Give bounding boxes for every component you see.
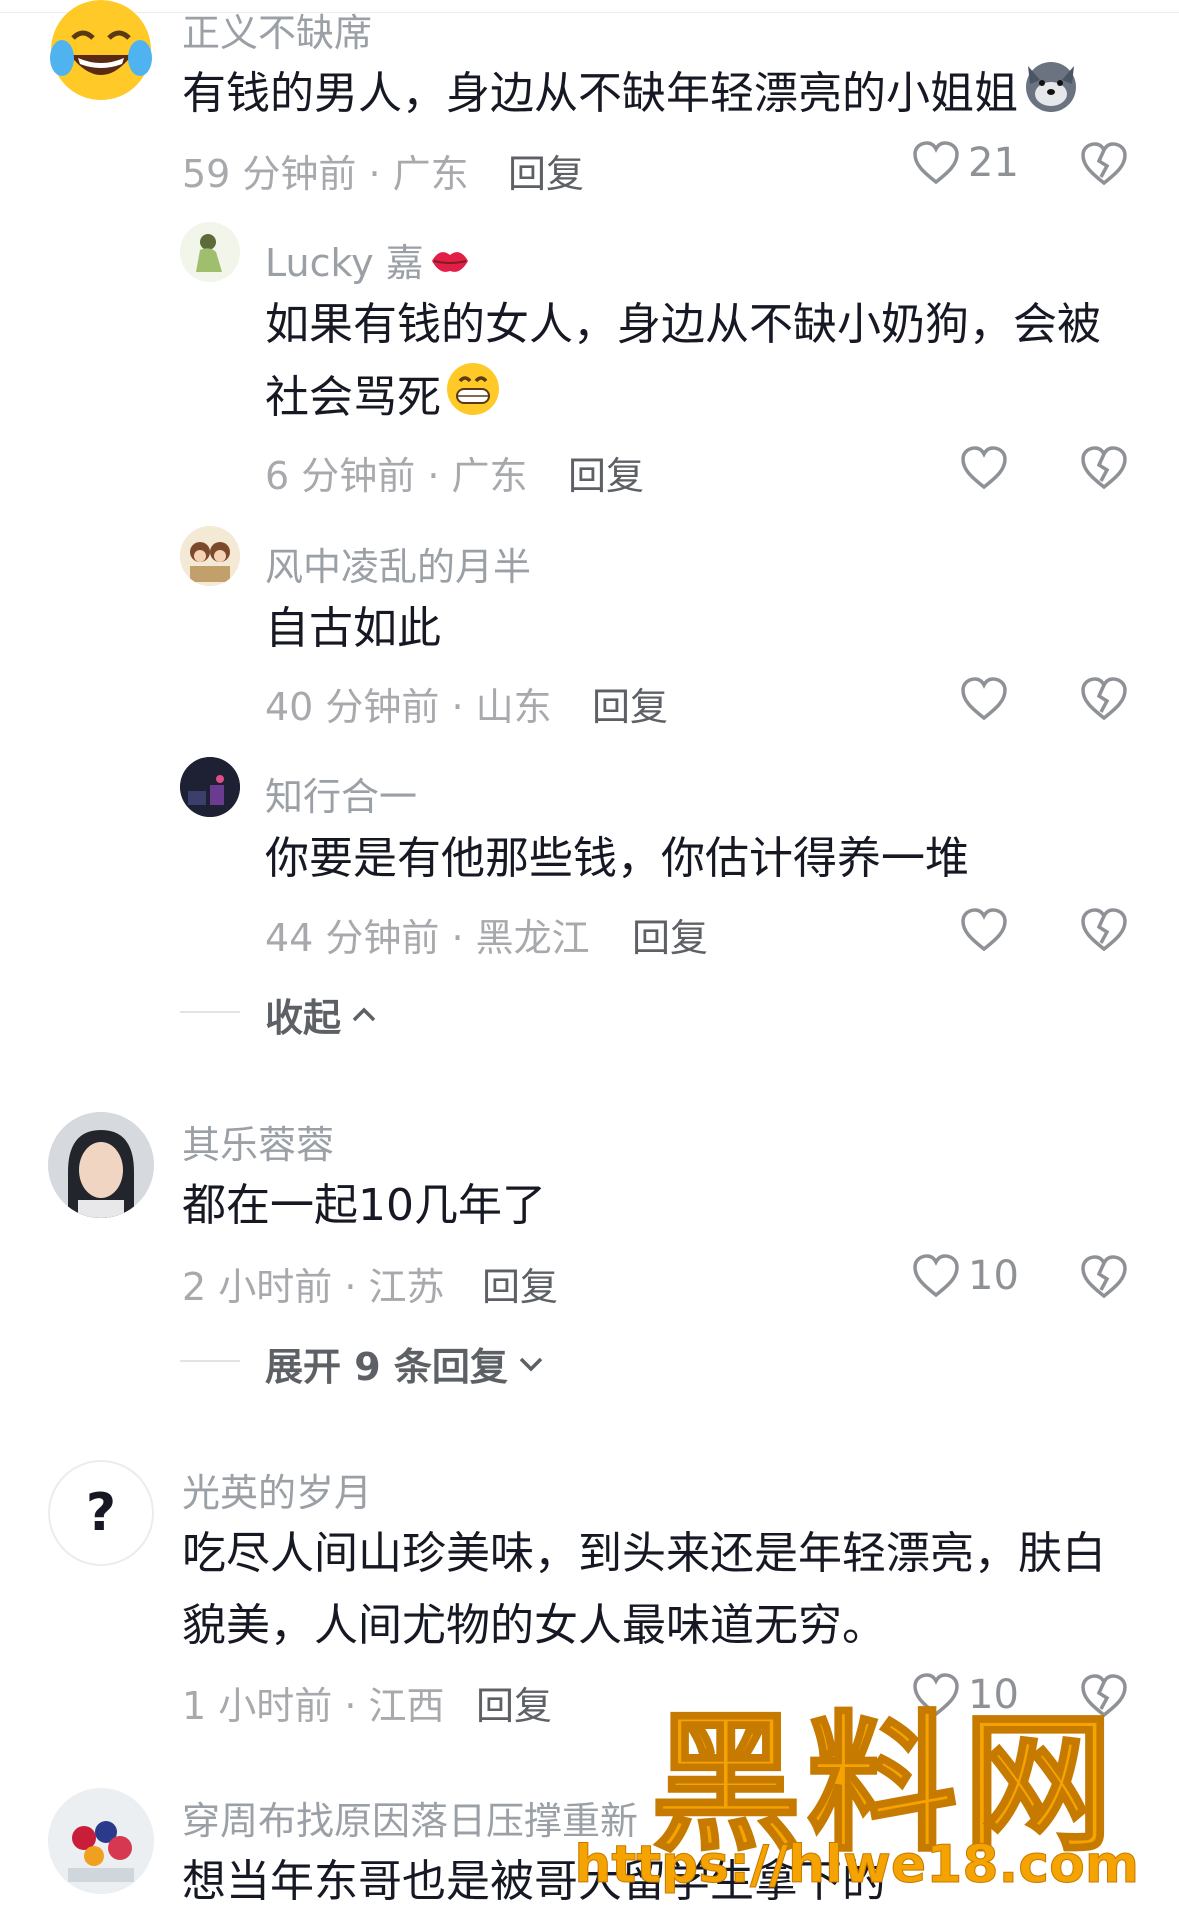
comment-time-location: 6 分钟前 · 广东	[265, 454, 528, 498]
like-count: 10	[968, 1253, 1019, 1299]
broken-heart-icon	[1081, 142, 1127, 186]
tears-of-joy-emoji-icon	[50, 0, 152, 100]
comment-author[interactable]: 光英的岁月	[182, 1462, 372, 1517]
expand-replies-button[interactable]: 展开 9 条回复	[265, 1336, 544, 1391]
heart-icon	[913, 141, 959, 185]
comment-author[interactable]: Lucky 嘉	[265, 232, 472, 288]
reply-button[interactable]: 回复	[632, 907, 708, 962]
dislike-button[interactable]	[1080, 907, 1128, 957]
like-button[interactable]: 21	[912, 140, 1019, 186]
dislike-button[interactable]	[1080, 1254, 1128, 1304]
comment-text-content: 社会骂死	[265, 372, 441, 423]
comment-author[interactable]: 其乐蓉蓉	[182, 1114, 334, 1169]
comment-text: 自古如此	[265, 603, 441, 654]
avatar-illustration-icon	[180, 222, 240, 282]
comment-text: 有钱的男人，身边从不缺年轻漂亮的小姐姐	[182, 56, 1080, 136]
thread-line	[180, 1360, 240, 1362]
avatar[interactable]	[48, 1112, 154, 1218]
avatar-photo-icon	[180, 757, 240, 817]
broken-heart-icon	[1081, 677, 1127, 721]
avatar-photo-icon	[48, 1112, 154, 1218]
dislike-button[interactable]	[1080, 141, 1128, 191]
comment-text: 你要是有他那些钱，你估计得养一堆	[265, 833, 969, 884]
expand-label: 展开 9 条回复	[265, 1345, 508, 1389]
like-button[interactable]	[960, 676, 1008, 726]
grinning-face-icon	[445, 361, 501, 439]
reply-button[interactable]: 回复	[482, 1256, 558, 1311]
svg-text:?: ?	[86, 1483, 116, 1543]
avatar[interactable]	[180, 526, 240, 586]
chevron-up-icon	[352, 1007, 376, 1021]
heart-icon	[913, 1254, 959, 1298]
like-button[interactable]	[960, 445, 1008, 495]
comment-author[interactable]: 知行合一	[265, 766, 417, 821]
avatar[interactable]	[180, 222, 240, 282]
avatar-illustration-icon	[180, 526, 240, 586]
heart-icon	[961, 446, 1007, 490]
dislike-button[interactable]	[1080, 445, 1128, 495]
dislike-button[interactable]	[1080, 676, 1128, 726]
heart-icon	[961, 908, 1007, 952]
like-button[interactable]	[960, 907, 1008, 957]
avatar[interactable]	[180, 757, 240, 817]
watermark-url: https://hlwe18.com	[574, 1835, 1140, 1896]
comment-text: 都在一起10几年了	[182, 1180, 546, 1231]
like-button[interactable]: 10	[912, 1253, 1019, 1299]
broken-heart-icon	[1081, 446, 1127, 490]
broken-heart-icon	[1081, 1255, 1127, 1299]
heart-icon	[961, 677, 1007, 721]
avatar[interactable]	[48, 0, 154, 106]
watermark: 黑料网 https://hlwe18.com	[574, 1704, 1159, 1905]
comment-text: 如果有钱的女人，身边从不缺小奶狗，会被	[265, 299, 1101, 350]
chevron-down-icon	[519, 1357, 543, 1371]
comment-time-location: 1 小时前 · 江西	[182, 1684, 445, 1728]
collapse-replies-button[interactable]: 收起	[265, 987, 377, 1042]
comment-time-location: 44 分钟前 · 黑龙江	[265, 916, 590, 960]
author-name: Lucky 嘉	[265, 241, 424, 285]
comment-author[interactable]: 正义不缺席	[182, 2, 372, 57]
reply-button[interactable]: 回复	[568, 445, 644, 500]
comment-time-location: 40 分钟前 · 山东	[265, 685, 552, 729]
collapse-label: 收起	[265, 996, 342, 1040]
comment-time-location: 2 小时前 · 江苏	[182, 1265, 445, 1309]
comment-text: 社会骂死	[265, 361, 501, 439]
thread-line	[180, 1011, 240, 1013]
top-divider	[0, 0, 1179, 13]
kiss-lips-icon	[428, 243, 472, 288]
comment-text: 貌美，人间尤物的女人最味道无穷。	[182, 1600, 886, 1651]
comment-time-location: 59 分钟前 · 广东	[182, 152, 469, 196]
reply-button[interactable]: 回复	[592, 676, 668, 731]
like-count: 21	[968, 140, 1019, 186]
broken-heart-icon	[1081, 908, 1127, 952]
avatar-photo-icon	[48, 1788, 154, 1894]
avatar[interactable]	[48, 1788, 154, 1894]
question-mark-icon: ?	[86, 1483, 116, 1543]
comment-author[interactable]: 风中凌乱的月半	[265, 536, 531, 591]
avatar[interactable]: ?	[48, 1460, 154, 1566]
comment-author[interactable]: 穿周布找原因落日压撑重新	[182, 1790, 638, 1845]
reply-button[interactable]: 回复	[476, 1675, 552, 1730]
wolf-face-icon	[1022, 56, 1080, 136]
comment-text-content: 有钱的男人，身边从不缺年轻漂亮的小姐姐	[182, 68, 1018, 119]
comment-text: 吃尽人间山珍美味，到头来还是年轻漂亮，肤白	[182, 1528, 1106, 1579]
reply-button[interactable]: 回复	[508, 143, 584, 198]
